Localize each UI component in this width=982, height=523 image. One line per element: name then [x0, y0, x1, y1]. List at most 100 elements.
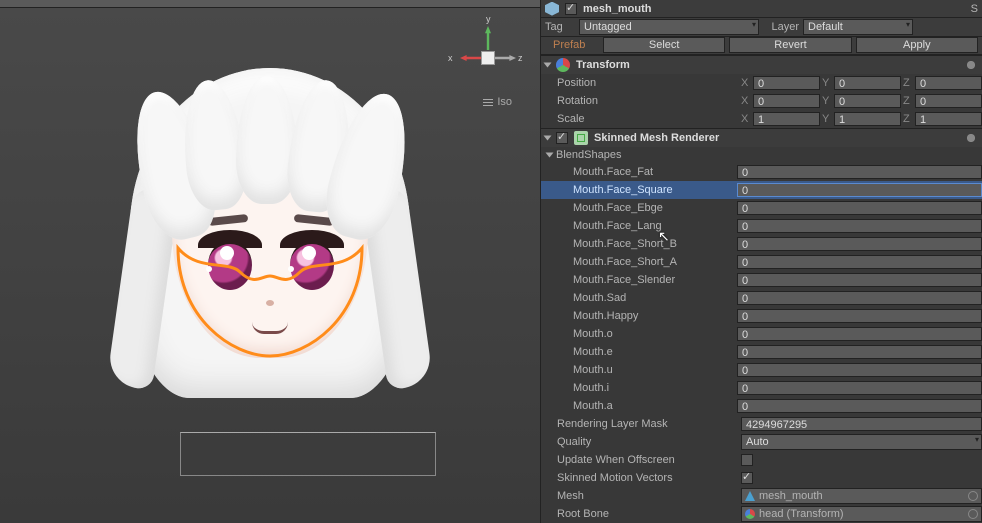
blendshape-row: Mouth.Face_Slender0: [541, 271, 982, 289]
update-offscreen-label[interactable]: Update When Offscreen: [557, 454, 737, 466]
mesh-icon: [745, 491, 755, 501]
object-picker-icon[interactable]: [968, 509, 978, 519]
foldout-icon[interactable]: [544, 135, 552, 140]
projection-toggle[interactable]: Iso: [483, 96, 512, 108]
smr-title: Skinned Mesh Renderer: [594, 132, 719, 144]
position-label[interactable]: Position: [557, 77, 737, 89]
blendshape-label[interactable]: Mouth.Face_Fat: [573, 166, 737, 178]
inspector-panel: mesh_mouth S Tag Untagged Layer Default …: [541, 0, 982, 523]
scale-row: Scale X1 Y1 Z1: [541, 110, 982, 128]
root-bone-object-field[interactable]: head (Transform): [741, 506, 982, 522]
blendshape-row: Mouth.o0: [541, 325, 982, 343]
blendshape-label[interactable]: Mouth.u: [573, 364, 737, 376]
blendshape-value-field[interactable]: 0: [737, 381, 982, 395]
scene-view[interactable]: y x z Iso: [0, 0, 541, 523]
blendshape-label[interactable]: Mouth.Face_Short_A: [573, 256, 737, 268]
blendshape-value-field[interactable]: 0: [737, 345, 982, 359]
blendshape-value-field[interactable]: 0: [737, 165, 982, 179]
mesh-label[interactable]: Mesh: [557, 490, 737, 502]
blendshape-label[interactable]: Mouth.Face_Square: [573, 184, 737, 196]
scale-z-field[interactable]: 1: [915, 112, 982, 126]
orientation-gizmo[interactable]: y x z: [450, 22, 520, 92]
avatar-head-graphic: [80, 38, 460, 438]
blendshape-row: Mouth.Face_Fat0: [541, 163, 982, 181]
rotation-x-field[interactable]: 0: [753, 94, 820, 108]
blendshape-value-field[interactable]: 0: [737, 309, 982, 323]
update-offscreen-checkbox[interactable]: [741, 454, 753, 466]
blendshape-value-field[interactable]: 0: [737, 255, 982, 269]
gameobject-name-field[interactable]: mesh_mouth: [583, 3, 651, 15]
prefab-label: Prefab: [545, 39, 599, 51]
blendshape-row: Mouth.Face_Short_B0: [541, 235, 982, 253]
rotation-y-field[interactable]: 0: [834, 94, 901, 108]
scene-object-avatar[interactable]: [80, 38, 460, 438]
root-bone-label[interactable]: Root Bone: [557, 508, 737, 520]
blendshape-row: Mouth.Face_Ebge0: [541, 199, 982, 217]
skinned-motion-vectors-checkbox[interactable]: [741, 472, 753, 484]
tag-dropdown[interactable]: Untagged: [579, 19, 759, 35]
scene-viewport[interactable]: y x z Iso: [0, 8, 540, 523]
transform-icon: [556, 58, 570, 72]
blendshape-label[interactable]: Mouth.Face_Slender: [573, 274, 737, 286]
scale-y-field[interactable]: 1: [834, 112, 901, 126]
gizmo-y-axis-icon[interactable]: [485, 26, 491, 50]
rotation-label[interactable]: Rotation: [557, 95, 737, 107]
prefab-apply-button[interactable]: Apply: [856, 37, 978, 53]
blendshape-label[interactable]: Mouth.i: [573, 382, 737, 394]
component-menu-icon[interactable]: [964, 58, 978, 72]
blendshape-label[interactable]: Mouth.e: [573, 346, 737, 358]
blendshape-value-field[interactable]: 0: [737, 201, 982, 215]
blendshape-value-field[interactable]: 0: [737, 327, 982, 341]
skinned-motion-vectors-label[interactable]: Skinned Motion Vectors: [557, 472, 737, 484]
transform-icon: [745, 509, 755, 519]
scale-x-field[interactable]: 1: [753, 112, 820, 126]
prefab-select-button[interactable]: Select: [603, 37, 725, 53]
quality-label[interactable]: Quality: [557, 436, 737, 448]
gameobject-enabled-checkbox[interactable]: [565, 3, 577, 15]
blendshape-value-field[interactable]: 0: [737, 363, 982, 377]
object-picker-icon[interactable]: [968, 491, 978, 501]
transform-component: Transform Position X0 Y0 Z0 Rotation X0 …: [541, 55, 982, 128]
gizmo-x-axis-icon[interactable]: [460, 55, 482, 61]
tag-label: Tag: [545, 21, 575, 33]
layer-dropdown[interactable]: Default: [803, 19, 913, 35]
rotation-z-field[interactable]: 0: [915, 94, 982, 108]
position-y-field[interactable]: 0: [834, 76, 901, 90]
blendshape-value-field[interactable]: 0: [737, 219, 982, 233]
rendering-layer-mask-field[interactable]: 4294967295: [741, 417, 982, 431]
static-label[interactable]: S: [971, 3, 978, 15]
blendshape-value-field[interactable]: 0: [737, 291, 982, 305]
position-x-field[interactable]: 0: [753, 76, 820, 90]
foldout-icon[interactable]: [546, 152, 554, 157]
smr-enabled-checkbox[interactable]: [556, 132, 568, 144]
blendshapes-label[interactable]: BlendShapes: [556, 149, 621, 161]
scale-label[interactable]: Scale: [557, 113, 737, 125]
blendshape-label[interactable]: Mouth.a: [573, 400, 737, 412]
blendshape-label[interactable]: Mouth.Face_Lang: [573, 220, 737, 232]
skinned-mesh-renderer-icon: [574, 131, 588, 145]
quality-dropdown[interactable]: Auto: [741, 434, 982, 450]
blendshape-value-field[interactable]: 0: [737, 183, 982, 197]
blendshape-label[interactable]: Mouth.o: [573, 328, 737, 340]
rendering-layer-mask-label[interactable]: Rendering Layer Mask: [557, 418, 737, 430]
blendshape-value-field[interactable]: 0: [737, 399, 982, 413]
component-menu-icon[interactable]: [964, 131, 978, 145]
gizmo-z-axis-icon[interactable]: [494, 55, 516, 61]
blendshape-row: Mouth.e0: [541, 343, 982, 361]
transform-title: Transform: [576, 59, 630, 71]
blendshape-label[interactable]: Mouth.Sad: [573, 292, 737, 304]
prefab-revert-button[interactable]: Revert: [729, 37, 851, 53]
blendshape-label[interactable]: Mouth.Happy: [573, 310, 737, 322]
foldout-icon[interactable]: [544, 62, 552, 67]
blendshape-value-field[interactable]: 0: [737, 273, 982, 287]
blendshape-label[interactable]: Mouth.Face_Short_B: [573, 238, 737, 250]
mesh-object-field[interactable]: mesh_mouth: [741, 488, 982, 504]
gameobject-icon[interactable]: [545, 2, 559, 16]
blendshape-value-field[interactable]: 0: [737, 237, 982, 251]
rotation-row: Rotation X0 Y0 Z0: [541, 92, 982, 110]
gizmo-cube-icon[interactable]: [481, 51, 495, 65]
blendshape-label[interactable]: Mouth.Face_Ebge: [573, 202, 737, 214]
position-z-field[interactable]: 0: [915, 76, 982, 90]
blendshape-row: Mouth.Sad0: [541, 289, 982, 307]
scene-toolbar: [0, 0, 540, 8]
